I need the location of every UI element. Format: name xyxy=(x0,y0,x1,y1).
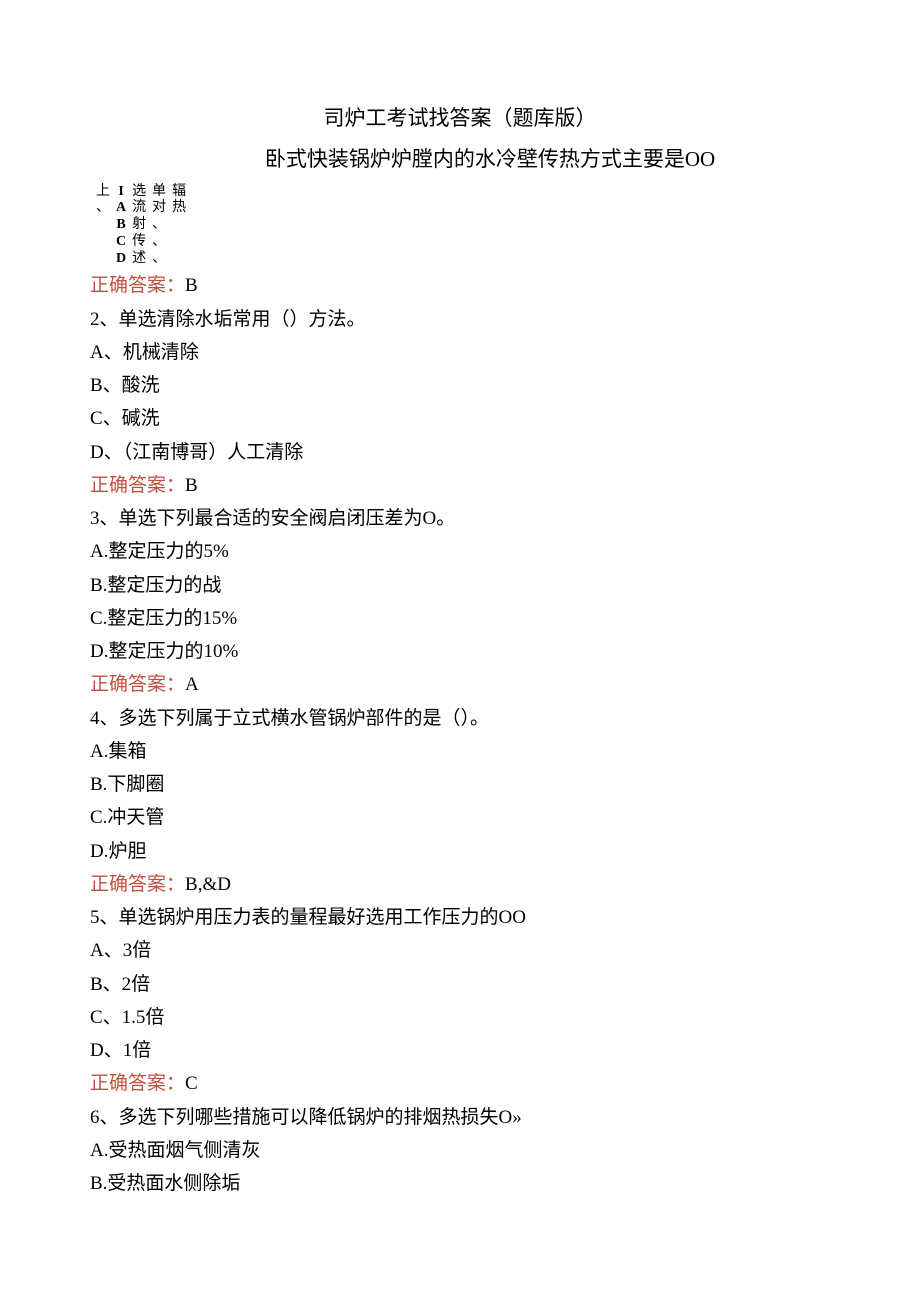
vcol-2: I A B C D xyxy=(116,184,126,268)
vchar: D xyxy=(116,251,126,268)
option-a: A.集箱 xyxy=(90,735,830,768)
answer-label: 正确答案： xyxy=(90,1073,185,1094)
vchar: 选 xyxy=(132,184,146,201)
vchar: 、 xyxy=(152,251,166,268)
vchar: 、 xyxy=(152,217,166,234)
answer-line: 正确答案：B xyxy=(90,269,830,302)
vchar: 流 xyxy=(132,200,146,217)
option-a: A、3倍 xyxy=(90,934,830,967)
answer-line: 正确答案：B,&D xyxy=(90,868,830,901)
option-a: A.整定压力的5% xyxy=(90,535,830,568)
document-title: 司炉工考试找答案（题库版） xyxy=(90,100,830,137)
answer-label: 正确答案： xyxy=(90,475,185,496)
vchar: 、 xyxy=(96,200,110,217)
option-c: C.整定压力的15% xyxy=(90,602,830,635)
question-2-stem: 2、单选清除水垢常用（）方法。 xyxy=(90,303,830,336)
question-6-stem: 6、多选下列哪些措施可以降低锅炉的排烟热损失O» xyxy=(90,1101,830,1134)
vchar: 辐 xyxy=(172,184,186,201)
option-c: C.冲天管 xyxy=(90,801,830,834)
option-b: B.下脚圈 xyxy=(90,768,830,801)
vchar: 传 xyxy=(132,234,146,251)
answer-label: 正确答案： xyxy=(90,674,185,695)
vchar: 上 xyxy=(96,184,110,201)
vchar: 、 xyxy=(152,234,166,251)
question-5-stem: 5、单选锅炉用压力表的量程最好选用工作压力的OO xyxy=(90,901,830,934)
answer-value: C xyxy=(185,1073,198,1094)
option-d: D.炉胆 xyxy=(90,835,830,868)
option-b: B、2倍 xyxy=(90,968,830,1001)
question-3-stem: 3、单选下列最合适的安全阀启闭压差为O。 xyxy=(90,502,830,535)
vchar: 对 xyxy=(152,200,166,217)
option-c: C、碱洗 xyxy=(90,402,830,435)
answer-value: B xyxy=(185,475,198,496)
vchar: B xyxy=(116,217,125,234)
option-d: D、1倍 xyxy=(90,1034,830,1067)
answer-line: 正确答案：B xyxy=(90,469,830,502)
vchar: 单 xyxy=(152,184,166,201)
option-a: A、机械清除 xyxy=(90,336,830,369)
answer-value: B xyxy=(185,275,198,296)
answer-line: 正确答案：C xyxy=(90,1067,830,1100)
answer-label: 正确答案： xyxy=(90,874,185,895)
option-d: D.整定压力的10% xyxy=(90,635,830,668)
option-d: D、（江南博哥）人工清除 xyxy=(90,436,830,469)
vcol-4: 单 对 、 、 、 xyxy=(152,184,166,268)
answer-line: 正确答案：A xyxy=(90,668,830,701)
question-1-stem: 卧式快装锅炉炉膛内的水冷壁传热方式主要是OO xyxy=(90,141,830,178)
answer-value: A xyxy=(185,674,199,695)
vchar: C xyxy=(116,234,126,251)
answer-value: B,&D xyxy=(185,874,231,895)
option-a: A.受热面烟气侧清灰 xyxy=(90,1134,830,1167)
vcol-1: 上 、 xyxy=(96,184,110,218)
vchar: I xyxy=(118,184,123,201)
answer-label: 正确答案： xyxy=(90,275,185,296)
option-b: B、酸洗 xyxy=(90,369,830,402)
option-b: B.整定压力的战 xyxy=(90,569,830,602)
vchar: 热 xyxy=(172,200,186,217)
question-4-stem: 4、多选下列属于立式横水管锅炉部件的是（）。 xyxy=(90,702,830,735)
vchar: A xyxy=(116,200,126,217)
option-b: B.受热面水侧除垢 xyxy=(90,1167,830,1200)
option-c: C、1.5倍 xyxy=(90,1001,830,1034)
vcol-5: 辐 热 xyxy=(172,184,186,218)
vcol-3: 选 流 射 传 述 xyxy=(132,184,146,268)
vchar: 述 xyxy=(132,251,146,268)
vertical-text-block: 上 、 I A B C D 选 流 射 传 述 单 对 、 、 、 辐 热 xyxy=(96,184,830,268)
vchar: 射 xyxy=(132,217,146,234)
